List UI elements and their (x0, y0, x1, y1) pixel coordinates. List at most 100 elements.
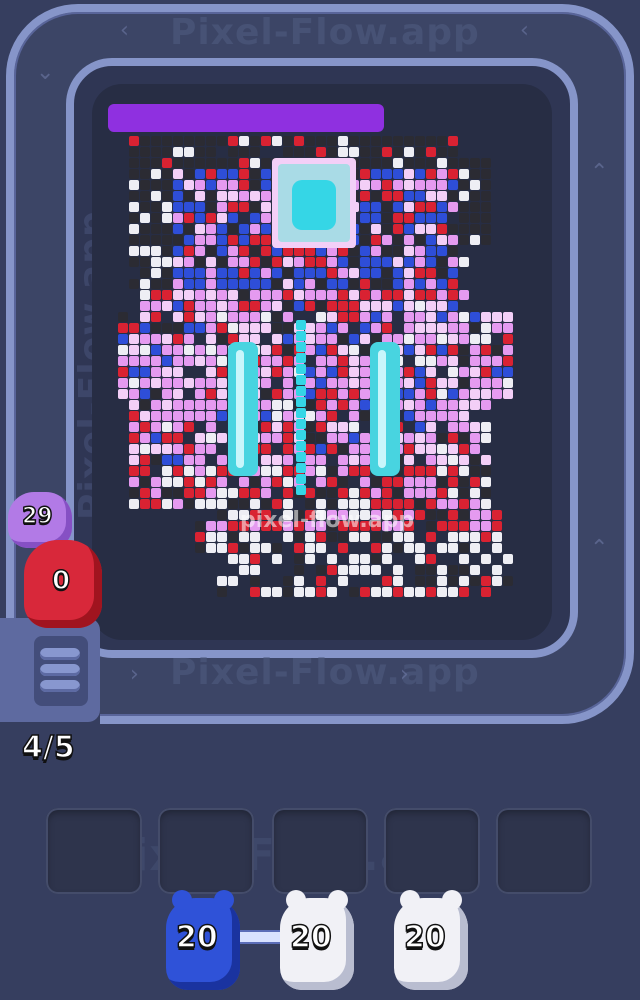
pixel-block (140, 499, 150, 509)
pixel-block (459, 488, 469, 498)
pixel-block (481, 367, 491, 377)
shooter-pig-blue[interactable]: 20 (166, 890, 240, 990)
queue-counter: 4/5 (21, 729, 75, 766)
pixel-block (415, 246, 425, 256)
pixel-block (162, 136, 172, 146)
pixel-block (371, 257, 381, 267)
pixel-block (459, 466, 469, 476)
pixel-block (305, 378, 315, 388)
pixel-block (415, 488, 425, 498)
pixel-block (261, 587, 271, 597)
pixel-block (206, 246, 216, 256)
pixel-block (173, 202, 183, 212)
pixel-block (360, 455, 370, 465)
pixel-block (371, 477, 381, 487)
pixel-block (492, 356, 502, 366)
tray-slot-4[interactable] (384, 808, 480, 894)
pixel-block (382, 257, 392, 267)
shooter-pig-white[interactable]: 20 (394, 890, 468, 990)
pixel-block (360, 158, 370, 168)
pixel-block (283, 356, 293, 366)
pixel-block (173, 279, 183, 289)
pixel-block (206, 521, 216, 531)
pixel-block (283, 433, 293, 443)
pixel-block (195, 136, 205, 146)
pixel-block (349, 554, 359, 564)
pixel-block (448, 257, 458, 267)
pixel-block (129, 136, 139, 146)
pixel-block (349, 444, 359, 454)
pixel-block (184, 301, 194, 311)
pixel-block (338, 422, 348, 432)
pixel-block (195, 257, 205, 267)
pixel-block (272, 268, 282, 278)
pixel-block (184, 488, 194, 498)
pixel-block (296, 463, 306, 473)
tray-slot-5[interactable] (496, 808, 592, 894)
pixel-block (349, 565, 359, 575)
pixel-block (459, 510, 469, 520)
pixel-block (316, 312, 326, 322)
pixel-block (393, 213, 403, 223)
pixel-block (151, 433, 161, 443)
pixel-block (228, 521, 238, 531)
pixel-block (217, 532, 227, 542)
pixel-block (360, 367, 370, 377)
pixel-header-bar (108, 104, 384, 132)
pixel-block (437, 147, 447, 157)
pixel-block (129, 202, 139, 212)
pixel-block (492, 389, 502, 399)
pixel-block (481, 345, 491, 355)
pixel-block (338, 389, 348, 399)
pig-red-on-belt[interactable]: 0 (24, 540, 102, 628)
pixel-block (459, 433, 469, 443)
pixel-block (140, 400, 150, 410)
pixel-block (250, 279, 260, 289)
pixel-block (382, 323, 392, 333)
pixel-block (459, 235, 469, 245)
pixel-block (195, 279, 205, 289)
tray-slot-1[interactable] (46, 808, 142, 894)
pixel-block (415, 323, 425, 333)
pixel-block (327, 334, 337, 344)
tray-slot-2[interactable] (158, 808, 254, 894)
pixel-block (349, 334, 359, 344)
pixel-block (250, 169, 260, 179)
pixel-block (349, 147, 359, 157)
pixel-block (184, 257, 194, 267)
shooter-pig-white[interactable]: 20 (280, 890, 354, 990)
pixel-block (118, 378, 128, 388)
pixel-block (228, 279, 238, 289)
pixel-block (437, 257, 447, 267)
pixel-block (239, 180, 249, 190)
pixel-block (459, 356, 469, 366)
pixel-block (360, 565, 370, 575)
pixel-block (404, 389, 414, 399)
pixel-block (415, 345, 425, 355)
pixel-block (470, 345, 480, 355)
pixel-block (195, 521, 205, 531)
pixel-block (250, 290, 260, 300)
pixel-block (283, 466, 293, 476)
tray-slot-3[interactable] (272, 808, 368, 894)
pixel-block (404, 400, 414, 410)
pixel-block (327, 532, 337, 542)
pixel-block (305, 433, 315, 443)
pixel-block (349, 301, 359, 311)
pixel-block (217, 521, 227, 531)
pixel-block (294, 268, 304, 278)
pixel-block (459, 180, 469, 190)
pixel-block (173, 136, 183, 146)
pixel-block (404, 180, 414, 190)
pixel-block (162, 158, 172, 168)
tube-highlight (378, 350, 386, 468)
pixel-block (162, 323, 172, 333)
pixel-block (437, 334, 447, 344)
pixel-block (129, 334, 139, 344)
pixel-block (272, 477, 282, 487)
pixel-block (360, 477, 370, 487)
pixel-block (415, 367, 425, 377)
pixel-block (492, 521, 502, 531)
pixel-block (481, 400, 491, 410)
pixel-block (195, 268, 205, 278)
